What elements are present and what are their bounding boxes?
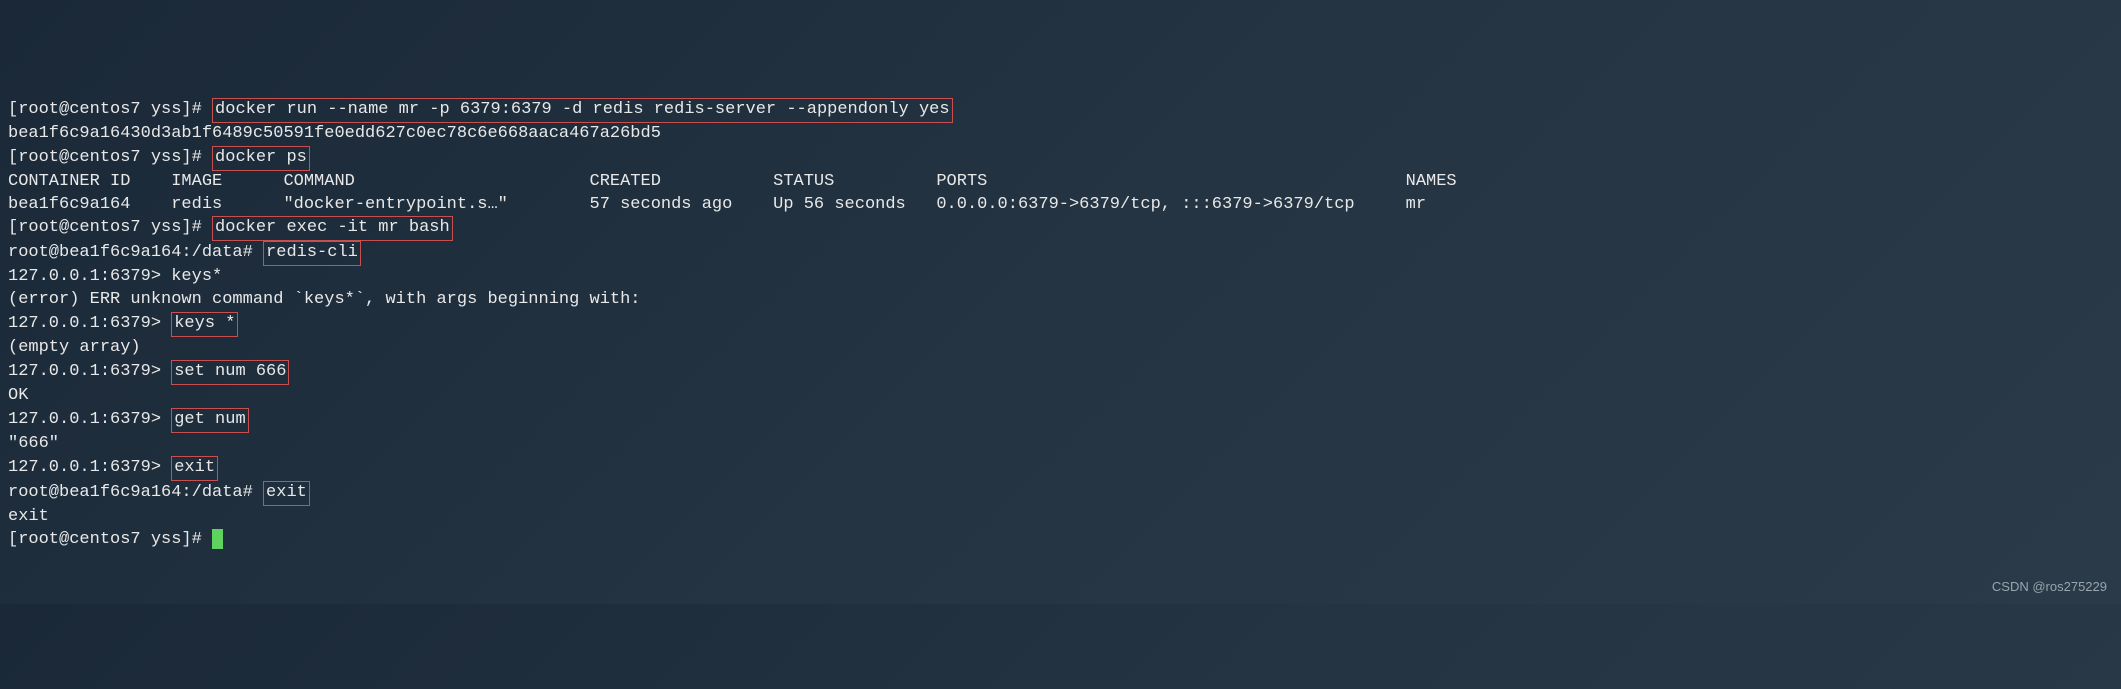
shell-prompt: 127.0.0.1:6379> [8, 410, 171, 429]
terminal-line: exit [8, 506, 2113, 529]
output-text: exit [8, 507, 49, 526]
shell-prompt: [root@centos7 yss]# [8, 530, 212, 549]
watermark-text: CSDN @ros275229 [1992, 578, 2107, 596]
output-text: bea1f6c9a16430d3ab1f6489c50591fe0edd627c… [8, 124, 661, 143]
terminal-line: (empty array) [8, 337, 2113, 360]
command-input: docker ps [212, 146, 310, 171]
command-input: redis-cli [263, 241, 361, 266]
terminal-line: 127.0.0.1:6379> keys * [8, 312, 2113, 337]
output-text: (error) ERR unknown command `keys*`, wit… [8, 290, 641, 309]
terminal-line: 127.0.0.1:6379> keys* [8, 266, 2113, 289]
terminal-line: CONTAINER ID IMAGE COMMAND CREATED STATU… [8, 171, 2113, 194]
shell-prompt: root@bea1f6c9a164:/data# [8, 483, 263, 502]
terminal-line: (error) ERR unknown command `keys*`, wit… [8, 289, 2113, 312]
terminal-output[interactable]: [root@centos7 yss]# docker run --name mr… [8, 98, 2113, 552]
shell-prompt: 127.0.0.1:6379> [8, 458, 171, 477]
table-row: bea1f6c9a164 redis "docker-entrypoint.s…… [8, 195, 1508, 214]
output-text: (empty array) [8, 338, 141, 357]
table-header: CONTAINER ID IMAGE COMMAND CREATED STATU… [8, 172, 1508, 191]
shell-prompt: 127.0.0.1:6379> [8, 267, 171, 286]
terminal-line: 127.0.0.1:6379> exit [8, 456, 2113, 481]
command-input: get num [171, 408, 248, 433]
output-text: OK [8, 386, 28, 405]
shell-prompt: [root@centos7 yss]# [8, 148, 212, 167]
terminal-line: "666" [8, 433, 2113, 456]
command-input: keys * [171, 312, 238, 337]
command-input: docker run --name mr -p 6379:6379 -d red… [212, 98, 953, 123]
shell-prompt: 127.0.0.1:6379> [8, 314, 171, 333]
terminal-line: bea1f6c9a164 redis "docker-entrypoint.s…… [8, 194, 2113, 217]
terminal-line: [root@centos7 yss]# docker run --name mr… [8, 98, 2113, 123]
shell-prompt: root@bea1f6c9a164:/data# [8, 243, 263, 262]
cursor [212, 529, 223, 549]
terminal-line: root@bea1f6c9a164:/data# exit [8, 481, 2113, 506]
command-input: docker exec -it mr bash [212, 216, 453, 241]
command-input: exit [263, 481, 310, 506]
terminal-line: 127.0.0.1:6379> set num 666 [8, 360, 2113, 385]
shell-prompt: [root@centos7 yss]# [8, 218, 212, 237]
terminal-line: bea1f6c9a16430d3ab1f6489c50591fe0edd627c… [8, 123, 2113, 146]
shell-prompt: [root@centos7 yss]# [8, 100, 212, 119]
terminal-line: 127.0.0.1:6379> get num [8, 408, 2113, 433]
terminal-line: root@bea1f6c9a164:/data# redis-cli [8, 241, 2113, 266]
terminal-line: [root@centos7 yss]# [8, 529, 2113, 552]
command-input: keys* [171, 267, 222, 286]
terminal-line: [root@centos7 yss]# docker exec -it mr b… [8, 216, 2113, 241]
command-input: set num 666 [171, 360, 289, 385]
shell-prompt: 127.0.0.1:6379> [8, 362, 171, 381]
command-input: exit [171, 456, 218, 481]
terminal-line: OK [8, 385, 2113, 408]
output-text: "666" [8, 434, 59, 453]
terminal-line: [root@centos7 yss]# docker ps [8, 146, 2113, 171]
